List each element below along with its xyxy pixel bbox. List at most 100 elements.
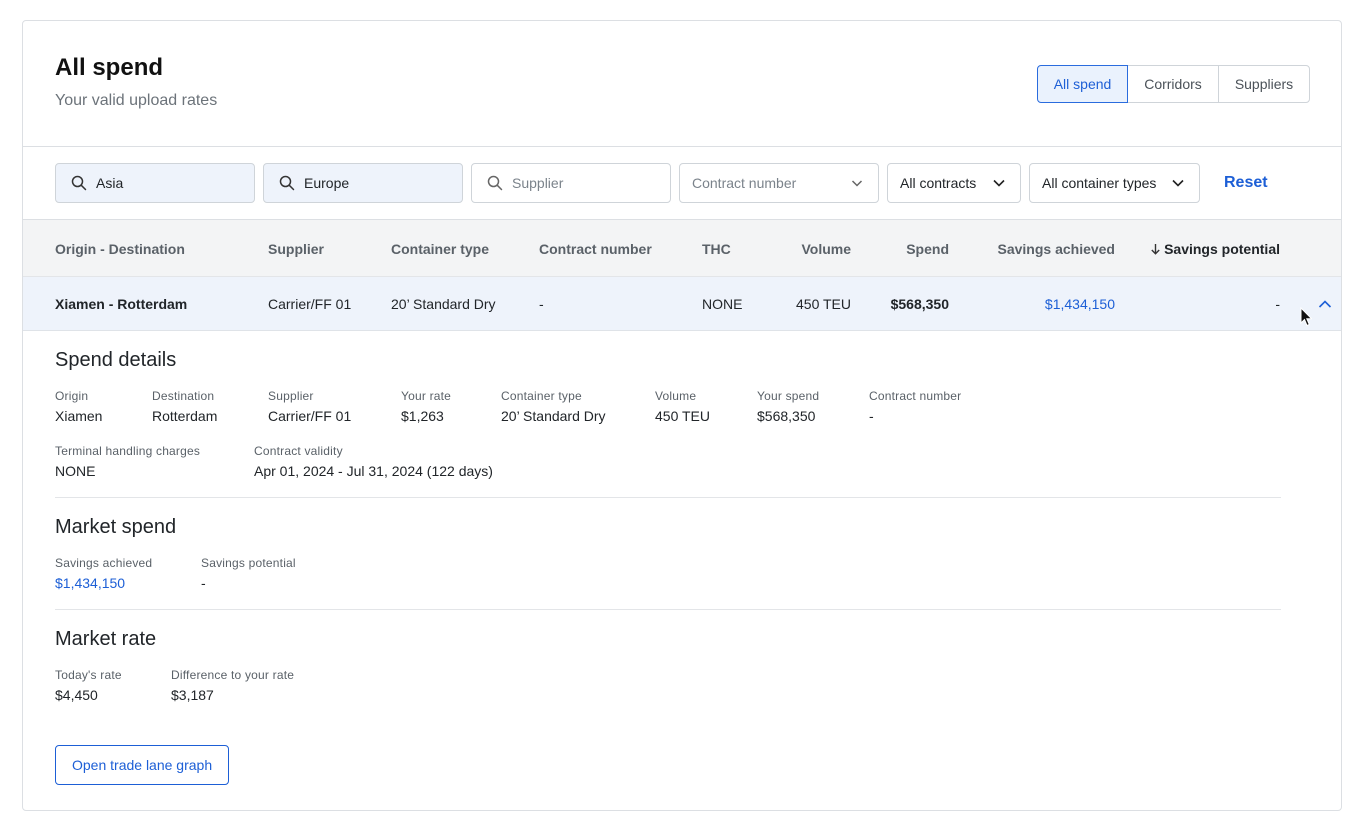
- cell-savings-achieved[interactable]: $1,434,150: [1045, 296, 1115, 312]
- supplier-placeholder: Supplier: [512, 175, 564, 191]
- detail-value: NONE: [55, 463, 96, 479]
- market-savings-potential: Savings potential -: [201, 556, 296, 591]
- contracts-dropdown[interactable]: All contracts: [887, 163, 1021, 203]
- open-trade-lane-graph-button[interactable]: Open trade lane graph: [55, 745, 230, 785]
- search-icon: [71, 175, 87, 191]
- market-rate-title: Market rate: [55, 628, 157, 650]
- cell-spend: $568,350: [890, 296, 949, 312]
- contract-number-select[interactable]: Contract number: [679, 163, 879, 203]
- detail-value: -: [201, 575, 206, 591]
- detail-value: Apr 01, 2024 - Jul 31, 2024 (122 days): [254, 463, 493, 479]
- search-icon: [279, 175, 295, 191]
- detail-contract-validity: Contract validity Apr 01, 2024 - Jul 31,…: [254, 444, 493, 479]
- reset-filters-button[interactable]: Reset: [1224, 174, 1268, 192]
- origin-search-value: Asia: [96, 175, 124, 191]
- page-header: All spend Your valid upload rates All sp…: [23, 21, 1341, 147]
- detail-value: $4,450: [55, 687, 98, 703]
- market-savings-achieved: Savings achieved $1,434,150: [55, 556, 152, 591]
- detail-value: Xiamen: [55, 408, 103, 424]
- detail-origin: Origin Xiamen: [55, 389, 102, 424]
- container-types-dropdown-label: All container types: [1042, 175, 1157, 191]
- column-header-thc[interactable]: THC: [702, 241, 731, 257]
- supplier-search-input[interactable]: Supplier: [471, 163, 671, 203]
- detail-value: Rotterdam: [152, 408, 218, 424]
- table-header: Origin - Destination Supplier Container …: [23, 220, 1341, 277]
- detail-label: Container type: [501, 389, 582, 403]
- tab-corridors[interactable]: Corridors: [1127, 65, 1219, 103]
- detail-your-spend: Your spend $568,350: [757, 389, 819, 424]
- market-rate-difference: Difference to your rate $3,187: [171, 668, 294, 703]
- column-header-container-type[interactable]: Container type: [391, 241, 489, 257]
- divider: [55, 609, 1281, 610]
- detail-your-rate: Your rate $1,263: [401, 389, 451, 424]
- detail-label: Contract number: [869, 389, 962, 403]
- arrow-down-icon: [1151, 244, 1160, 255]
- chevron-up-icon[interactable]: [1317, 296, 1333, 312]
- detail-value: $568,350: [757, 408, 816, 424]
- detail-label: Terminal handling charges: [55, 444, 201, 458]
- column-header-origin-destination[interactable]: Origin - Destination: [55, 241, 185, 257]
- destination-search-input[interactable]: Europe: [263, 163, 463, 203]
- detail-value: Carrier/FF 01: [268, 408, 352, 424]
- all-spend-card: All spend Your valid upload rates All sp…: [22, 20, 1342, 811]
- detail-label: Difference to your rate: [171, 668, 295, 682]
- detail-label: Origin: [55, 389, 89, 403]
- chevron-down-icon: [993, 179, 1005, 187]
- chevron-down-icon: [1172, 179, 1184, 187]
- detail-value: 450 TEU: [655, 408, 710, 424]
- cell-supplier: Carrier/FF 01: [268, 296, 352, 312]
- destination-search-value: Europe: [304, 175, 350, 191]
- market-spend-title: Market spend: [55, 516, 177, 538]
- filter-bar: Asia Europe Supplier Contract number All…: [23, 147, 1341, 220]
- column-header-contract-number[interactable]: Contract number: [539, 241, 652, 257]
- tab-all-spend[interactable]: All spend: [1037, 65, 1128, 103]
- origin-search-input[interactable]: Asia: [55, 163, 255, 203]
- spend-details-title: Spend details: [55, 349, 177, 371]
- cell-contract-number: -: [539, 296, 544, 312]
- detail-terminal-handling-charges: Terminal handling charges NONE: [55, 444, 200, 479]
- table-row[interactable]: Xiamen - Rotterdam Carrier/FF 01 20’ Sta…: [23, 277, 1341, 331]
- container-types-dropdown[interactable]: All container types: [1029, 163, 1200, 203]
- tab-suppliers[interactable]: Suppliers: [1218, 65, 1310, 103]
- detail-value: $3,187: [171, 687, 214, 703]
- detail-label: Savings potential: [201, 556, 296, 570]
- cell-container-type: 20’ Standard Dry: [391, 296, 496, 312]
- detail-value: 20’ Standard Dry: [501, 408, 606, 424]
- detail-value[interactable]: $1,434,150: [55, 575, 152, 591]
- cell-thc: NONE: [702, 296, 743, 312]
- column-header-spend[interactable]: Spend: [906, 241, 949, 257]
- chevron-down-icon: [851, 180, 863, 187]
- detail-value: $1,263: [401, 408, 444, 424]
- detail-contract-number: Contract number -: [869, 389, 961, 424]
- detail-value: -: [869, 408, 874, 424]
- contract-number-placeholder: Contract number: [692, 175, 797, 191]
- detail-supplier: Supplier Carrier/FF 01: [268, 389, 351, 424]
- column-header-savings-achieved[interactable]: Savings achieved: [997, 241, 1115, 257]
- mouse-cursor-icon: [1300, 307, 1312, 327]
- search-icon: [487, 175, 503, 191]
- detail-label: Today's rate: [55, 668, 122, 682]
- column-header-savings-potential-label: Savings potential: [1164, 241, 1280, 257]
- column-header-volume[interactable]: Volume: [801, 241, 851, 257]
- detail-label: Your rate: [401, 389, 452, 403]
- divider: [55, 497, 1281, 498]
- detail-label: Supplier: [268, 389, 314, 403]
- detail-destination: Destination Rotterdam: [152, 389, 217, 424]
- cell-savings-potential: -: [1275, 296, 1280, 312]
- column-header-supplier[interactable]: Supplier: [268, 241, 324, 257]
- detail-label: Savings achieved: [55, 556, 153, 570]
- detail-volume: Volume 450 TEU: [655, 389, 710, 424]
- detail-label: Your spend: [757, 389, 820, 403]
- cell-origin-destination: Xiamen - Rotterdam: [55, 296, 188, 312]
- page-title: All spend: [55, 54, 164, 81]
- contracts-dropdown-label: All contracts: [900, 175, 977, 191]
- column-header-savings-potential[interactable]: Savings potential: [1150, 241, 1280, 257]
- cell-volume: 450 TEU: [796, 296, 851, 312]
- market-todays-rate: Today's rate $4,450: [55, 668, 122, 703]
- page-subtitle: Your valid upload rates: [55, 92, 218, 109]
- view-switcher: All spend Corridors Suppliers: [1037, 65, 1310, 103]
- detail-container-type: Container type 20’ Standard Dry: [501, 389, 606, 424]
- detail-label: Destination: [152, 389, 215, 403]
- detail-label: Volume: [655, 389, 697, 403]
- detail-label: Contract validity: [254, 444, 343, 458]
